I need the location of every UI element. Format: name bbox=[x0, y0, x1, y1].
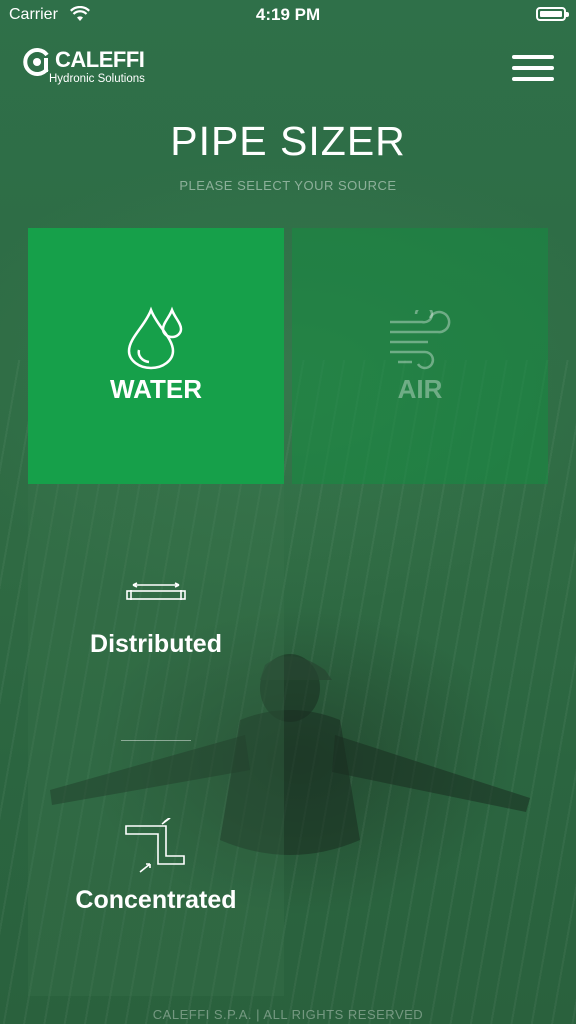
air-label: AIR bbox=[397, 374, 443, 404]
water-label: WATER bbox=[110, 374, 202, 404]
clock: 4:19 PM bbox=[255, 5, 321, 24]
menu-line-icon bbox=[512, 77, 554, 81]
water-drops-icon bbox=[127, 306, 183, 370]
wind-icon bbox=[390, 310, 451, 370]
concentrated-label: Concentrated bbox=[75, 886, 237, 914]
water-options-panel: Distributed Concentrated bbox=[28, 484, 284, 996]
water-source-button[interactable]: WATER bbox=[28, 228, 284, 484]
battery-level bbox=[540, 11, 562, 17]
copyright-footer: CALEFFI S.P.A. | ALL RIGHTS RESERVED bbox=[152, 1007, 424, 1022]
options-divider bbox=[121, 740, 191, 741]
air-source-button[interactable]: AIR bbox=[292, 228, 548, 484]
hamburger-menu-button[interactable] bbox=[512, 55, 554, 83]
menu-line-icon bbox=[512, 66, 554, 70]
menu-line-icon bbox=[512, 55, 554, 59]
caleffi-logo-mark-icon bbox=[23, 48, 49, 76]
distributed-pipe-icon bbox=[126, 582, 186, 600]
distributed-option[interactable]: Distributed bbox=[28, 564, 284, 674]
battery-icon bbox=[536, 7, 569, 21]
page-title: PIPE SIZER bbox=[170, 118, 406, 164]
status-bar: Carrier 4:19 PM bbox=[0, 0, 576, 32]
concentrated-pipe-icon bbox=[125, 818, 185, 873]
brand-tagline: Hydronic Solutions bbox=[49, 73, 145, 85]
page-subtitle: PLEASE SELECT YOUR SOURCE bbox=[179, 178, 397, 193]
concentrated-option[interactable]: Concentrated bbox=[28, 814, 284, 924]
brand-name: CALEFFI bbox=[55, 47, 145, 72]
distributed-label: Distributed bbox=[90, 630, 222, 658]
